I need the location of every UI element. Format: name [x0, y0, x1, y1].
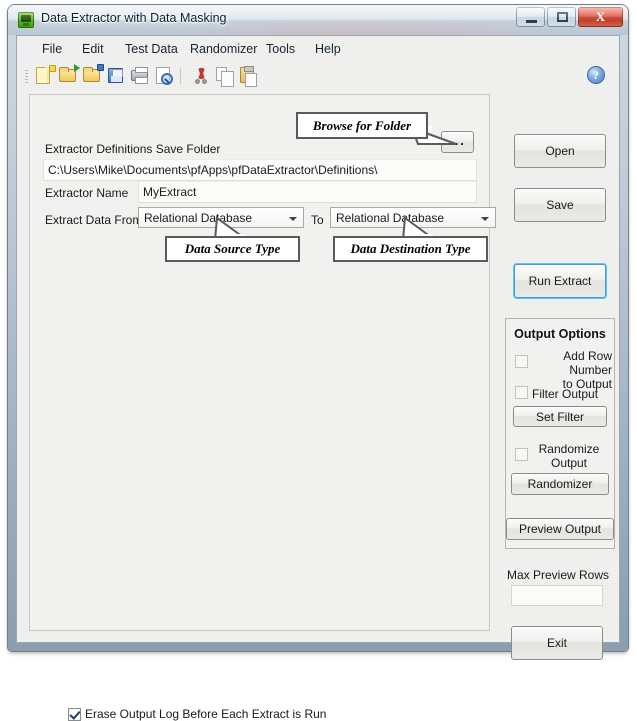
paste-icon[interactable]	[239, 66, 259, 87]
save-button[interactable]: Save	[514, 188, 606, 222]
max-preview-rows-label: Max Preview Rows	[507, 568, 610, 582]
menu-help[interactable]: Help	[312, 41, 344, 57]
browse-for-folder-callout: Browse for Folder	[296, 112, 428, 139]
open-button[interactable]: Open	[514, 134, 606, 168]
minimize-button[interactable]	[516, 7, 545, 27]
window-title: Data Extractor with Data Masking	[41, 11, 227, 25]
print-preview-icon[interactable]	[154, 66, 174, 86]
output-options-title: Output Options	[514, 327, 606, 341]
add-row-number-label: Add Row Number to Output	[532, 349, 612, 391]
menu-edit[interactable]: Edit	[79, 41, 107, 57]
randomize-output-label-line1: Randomize	[538, 442, 600, 456]
menu-bar: File Edit Test Data Randomizer Tools Hel…	[17, 36, 619, 62]
randomize-output-label: Randomize Output	[532, 442, 606, 470]
client-area: File Edit Test Data Randomizer Tools Hel…	[16, 35, 620, 721]
new-document-icon[interactable]	[34, 65, 56, 86]
extract-from-label: Extract Data From	[45, 213, 143, 227]
randomize-output-label-line2: Output	[550, 456, 588, 470]
copy-icon[interactable]	[215, 66, 235, 87]
toolbar: ?	[17, 62, 619, 90]
run-extract-button[interactable]: Run Extract	[514, 264, 606, 298]
add-row-number-label-line1: Add Row Number	[563, 349, 612, 377]
toolbar-grip[interactable]	[25, 69, 28, 83]
set-filter-button[interactable]: Set Filter	[513, 406, 607, 427]
chevron-down-icon	[289, 217, 297, 221]
erase-output-log-checkbox[interactable]	[68, 708, 81, 721]
maximize-button[interactable]	[547, 7, 576, 27]
exit-button[interactable]: Exit	[511, 626, 603, 660]
print-icon[interactable]	[130, 66, 150, 86]
data-source-type-callout: Data Source Type	[165, 236, 300, 262]
add-row-number-checkbox[interactable]	[515, 355, 528, 368]
save-as-folder-icon[interactable]	[82, 64, 104, 86]
extractor-name-input[interactable]: MyExtract	[138, 181, 477, 203]
menu-tools[interactable]: Tools	[263, 41, 298, 57]
toolbar-separator	[180, 68, 181, 84]
preview-output-button[interactable]: Preview Output	[506, 518, 614, 540]
application-window: Data Extractor with Data Masking X File …	[8, 5, 628, 721]
cut-scissors-icon[interactable]	[191, 66, 211, 86]
save-floppy-icon[interactable]	[106, 66, 126, 86]
close-button[interactable]: X	[578, 7, 623, 27]
erase-output-log-label: Erase Output Log Before Each Extract is …	[85, 707, 327, 721]
save-folder-input[interactable]: C:\Users\Mike\Documents\pfApps\pfDataExt…	[43, 159, 477, 181]
max-preview-rows-input[interactable]	[511, 585, 603, 606]
open-folder-icon[interactable]	[58, 64, 80, 86]
data-destination-type-callout: Data Destination Type	[333, 236, 488, 262]
menu-file[interactable]: File	[39, 41, 65, 57]
menu-test-data[interactable]: Test Data	[122, 41, 181, 57]
save-folder-label: Extractor Definitions Save Folder	[45, 142, 221, 156]
randomize-output-checkbox[interactable]	[515, 448, 528, 461]
menu-randomizer[interactable]: Randomizer	[187, 41, 260, 57]
help-icon[interactable]: ?	[587, 66, 605, 84]
title-bar[interactable]: Data Extractor with Data Masking X	[8, 5, 628, 35]
randomizer-button[interactable]: Randomizer	[511, 473, 609, 495]
chevron-down-icon	[481, 217, 489, 221]
to-label: To	[311, 213, 324, 227]
filter-output-label: Filter Output	[532, 387, 599, 401]
form-panel: Extractor Definitions Save Folder C:\Use…	[29, 94, 496, 721]
output-options-group: Output Options Add Row Number to Output …	[505, 318, 615, 549]
app-icon	[18, 12, 34, 28]
extractor-name-label: Extractor Name	[45, 186, 129, 200]
filter-output-checkbox[interactable]	[515, 386, 528, 399]
